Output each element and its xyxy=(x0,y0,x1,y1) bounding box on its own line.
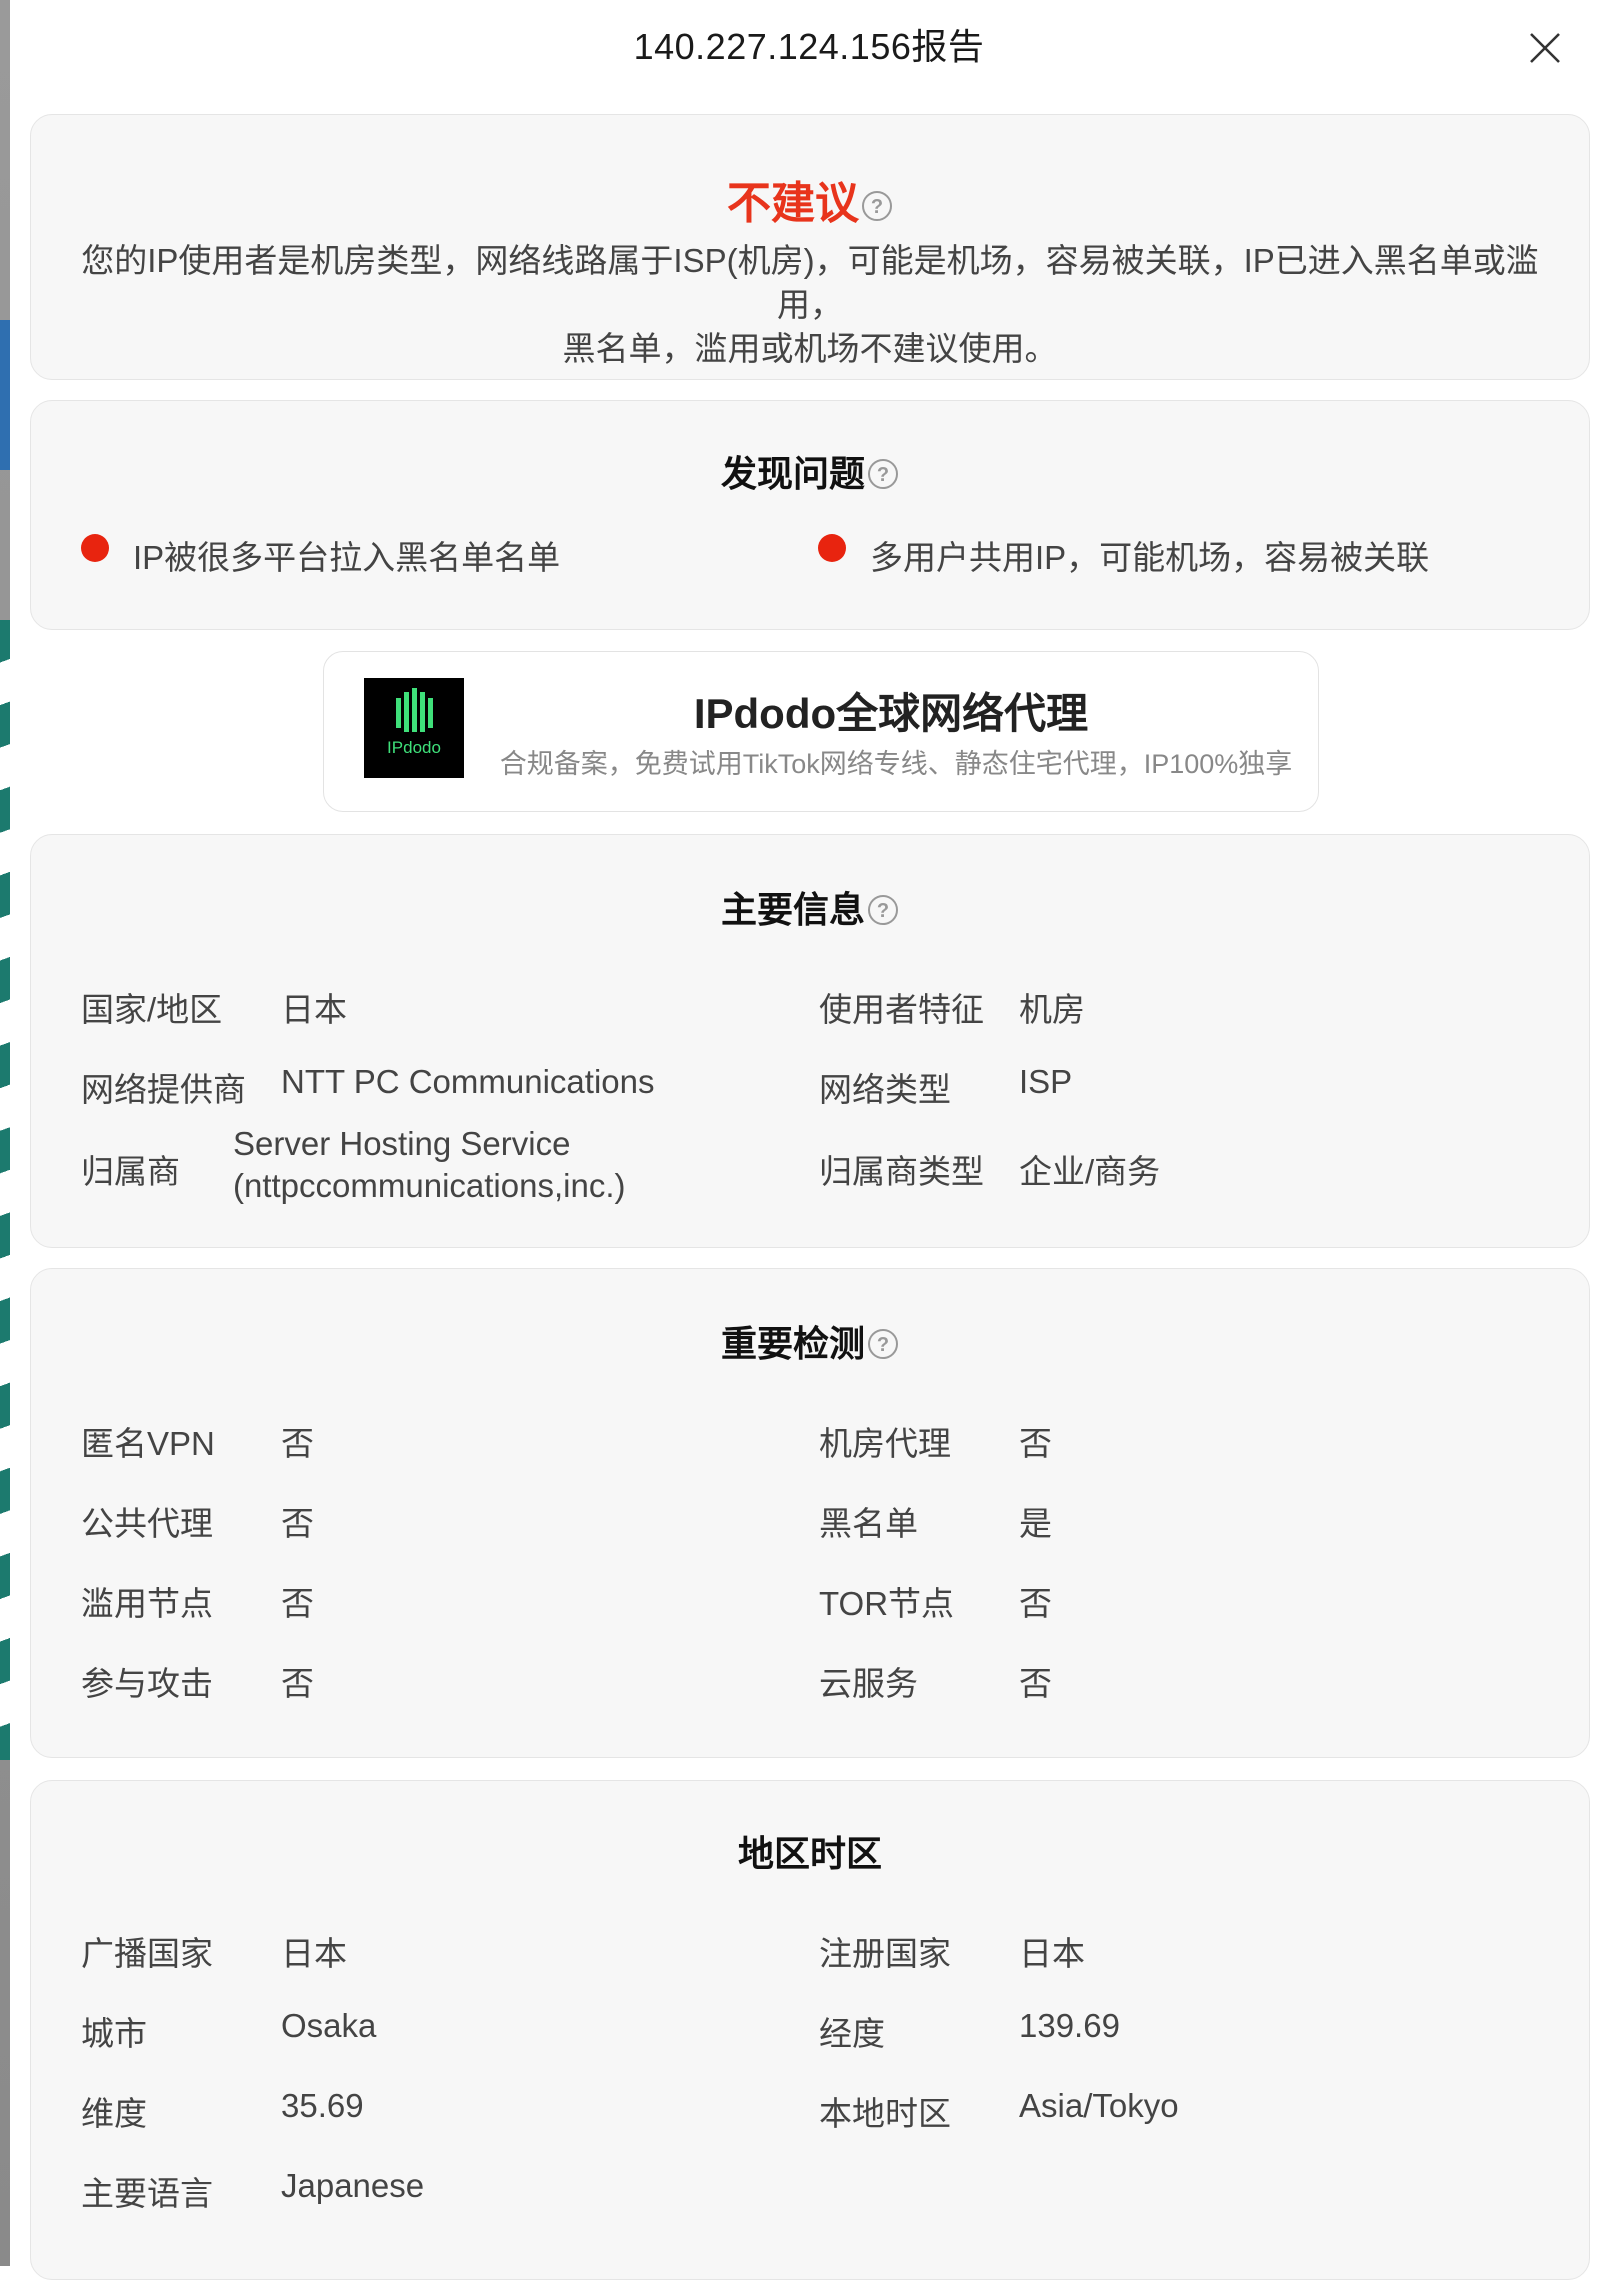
field-value: Osaka xyxy=(281,2007,377,2044)
verdict-heading: 不建议? xyxy=(31,167,1589,231)
field-label: 黑名单 xyxy=(819,1505,918,1542)
issue-label: 多用户共用IP，可能机场，容易被关联 xyxy=(870,539,1430,576)
detection-heading: 重要检测? xyxy=(31,1315,1589,1367)
field-value: 否 xyxy=(1019,1665,1052,1702)
field-value: 否 xyxy=(281,1505,314,1542)
field-value: 139.69 xyxy=(1019,2007,1120,2044)
help-icon[interactable]: ? xyxy=(867,893,899,925)
field-label: TOR节点 xyxy=(819,1585,955,1622)
field-label: 主要语言 xyxy=(81,2175,213,2212)
issues-card: 发现问题? IP被很多平台拉入黑名单名单 多用户共用IP，可能机场，容易被关联 xyxy=(30,400,1590,630)
issue-item: 多用户共用IP，可能机场，容易被关联 xyxy=(818,531,1429,579)
field-label: 滥用节点 xyxy=(81,1585,213,1622)
close-icon[interactable] xyxy=(1525,28,1565,68)
ad-banner[interactable]: IPdodo IPdodo全球网络代理 合规备案，免费试用TikTok网络专线、… xyxy=(323,651,1319,812)
field-label: 经度 xyxy=(819,2015,885,2052)
help-icon[interactable]: ? xyxy=(867,457,899,489)
field-label: 使用者特征 xyxy=(819,991,984,1028)
verdict-card: 不建议? 您的IP使用者是机房类型，网络线路属于ISP(机房)，可能是机场，容易… xyxy=(30,114,1590,380)
svg-text:?: ? xyxy=(877,900,889,922)
field-value: 否 xyxy=(1019,1425,1052,1462)
status-dot xyxy=(81,534,109,562)
issues-title: 发现问题 xyxy=(720,453,865,494)
field-value: 机房 xyxy=(1019,991,1085,1028)
field-value: NTT PC Communications xyxy=(281,1063,655,1100)
field-label: 网络提供商 xyxy=(81,1071,246,1108)
field-label: 广播国家 xyxy=(81,1935,213,1972)
field-value: 35.69 xyxy=(281,2087,364,2124)
field-label: 归属商 xyxy=(81,1153,180,1190)
main-info-title: 主要信息 xyxy=(720,889,865,930)
field-value: 日本 xyxy=(281,991,347,1028)
ipdodo-logo: IPdodo xyxy=(364,678,464,778)
field-label: 匿名VPN xyxy=(81,1425,215,1462)
field-value: Server Hosting Service (nttpccommunicati… xyxy=(233,1123,625,1207)
field-value: 日本 xyxy=(281,1935,347,1972)
svg-text:?: ? xyxy=(877,464,889,486)
verdict-description-line: 黑名单，滥用或机场不建议使用。 xyxy=(562,330,1058,367)
field-label: 国家/地区 xyxy=(81,991,223,1028)
main-info-heading: 主要信息? xyxy=(31,881,1589,933)
report-dialog: 140.227.124.156报告 不建议? 您的IP使用者是机房类型，网络线路… xyxy=(10,0,1608,2280)
field-label: 注册国家 xyxy=(819,1935,951,1972)
issue-item: IP被很多平台拉入黑名单名单 xyxy=(81,531,560,579)
dialog-title: 140.227.124.156报告 xyxy=(633,26,985,67)
region-title: 地区时区 xyxy=(737,1833,882,1874)
field-value-line: Server Hosting Service xyxy=(233,1125,571,1162)
field-label: 机房代理 xyxy=(819,1425,951,1462)
svg-text:?: ? xyxy=(871,196,883,218)
field-label: 城市 xyxy=(81,2015,147,2052)
verdict-description-line: 您的IP使用者是机房类型，网络线路属于ISP(机房)，可能是机场，容易被关联，I… xyxy=(81,242,1539,323)
ad-subtitle: 合规备案，免费试用TikTok网络专线、静态住宅代理，IP100%独享 xyxy=(499,749,1293,779)
field-label: 网络类型 xyxy=(819,1071,951,1108)
issues-heading: 发现问题? xyxy=(31,445,1589,497)
field-value-line: (nttpccommunications,inc.) xyxy=(233,1167,626,1204)
field-label: 参与攻击 xyxy=(81,1665,213,1702)
svg-text:?: ? xyxy=(877,1334,889,1356)
detection-card: 重要检测? 匿名VPN 否 机房代理 否 公共代理 否 黑名单 是 滥用节点 否… xyxy=(30,1268,1590,1758)
detection-title: 重要检测 xyxy=(720,1323,865,1364)
field-value: ISP xyxy=(1019,1063,1073,1100)
field-value: 企业/商务 xyxy=(1019,1153,1161,1190)
close-button[interactable] xyxy=(1525,28,1565,68)
verdict-title: 不建议 xyxy=(727,179,859,228)
field-value: Japanese xyxy=(281,2167,425,2204)
field-label: 本地时区 xyxy=(819,2095,951,2132)
field-label: 公共代理 xyxy=(81,1505,213,1542)
ipdodo-logo-icon xyxy=(396,688,433,732)
background-edge-band xyxy=(0,320,10,470)
help-icon[interactable]: ? xyxy=(867,1327,899,1359)
region-card: 地区时区 广播国家 日本 注册国家 日本 城市 Osaka 经度 139.69 … xyxy=(30,1780,1590,2280)
help-icon[interactable]: ? xyxy=(861,183,893,221)
background-edge-pattern xyxy=(0,620,10,1760)
status-dot xyxy=(818,534,846,562)
field-label: 归属商类型 xyxy=(819,1153,984,1190)
logo-text: IPdodo xyxy=(387,738,441,757)
field-label: 云服务 xyxy=(819,1665,918,1702)
field-value: Asia/Tokyo xyxy=(1019,2087,1179,2124)
issue-label: IP被很多平台拉入黑名单名单 xyxy=(133,539,561,576)
field-label: 维度 xyxy=(81,2095,147,2132)
field-value: 日本 xyxy=(1019,1935,1085,1972)
field-value: 否 xyxy=(1019,1585,1052,1622)
main-info-card: 主要信息? 国家/地区 日本 使用者特征 机房 网络提供商 NTT PC Com… xyxy=(30,834,1590,1248)
background-page-edge xyxy=(0,0,10,2266)
field-value: 否 xyxy=(281,1585,314,1622)
field-value: 否 xyxy=(281,1425,314,1462)
verdict-description: 您的IP使用者是机房类型，网络线路属于ISP(机房)，可能是机场，容易被关联，I… xyxy=(71,239,1549,371)
field-value: 是 xyxy=(1019,1505,1052,1542)
ad-title: IPdodo全球网络代理 xyxy=(693,690,1089,737)
field-value: 否 xyxy=(281,1665,314,1702)
